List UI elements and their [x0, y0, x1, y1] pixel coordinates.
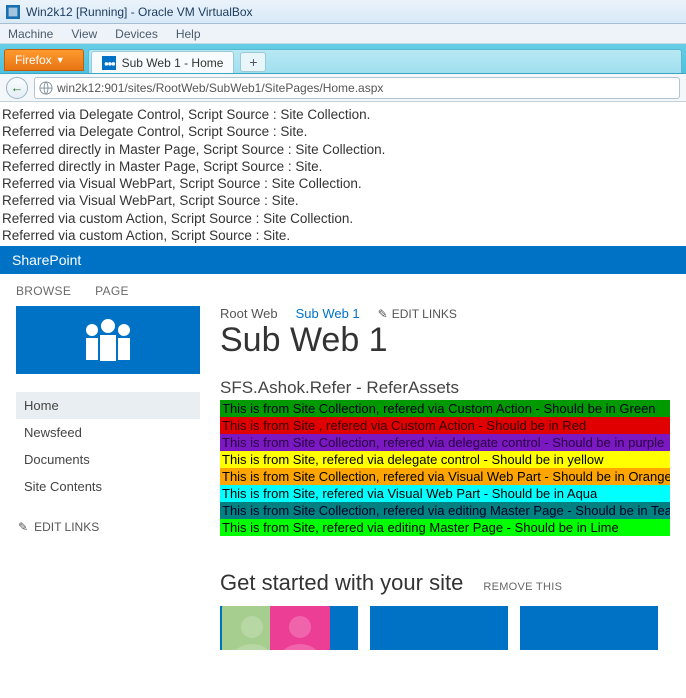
ref-line: Referred directly in Master Page, Script… — [0, 141, 686, 158]
remove-this-link[interactable]: REMOVE THIS — [483, 581, 562, 593]
line-red: This is from Site , refered via Custom A… — [220, 417, 670, 434]
edit-links-label: EDIT LINKS — [34, 520, 99, 534]
ref-line: Referred via Delegate Control, Script So… — [0, 123, 686, 140]
page-body: Referred via Delegate Control, Script So… — [0, 102, 686, 650]
crumb-current[interactable]: Sub Web 1 — [296, 306, 360, 321]
suite-bar: SharePoint — [0, 246, 686, 274]
promoted-tiles — [220, 606, 670, 650]
vbox-title-text: Win2k12 [Running] - Oracle VM VirtualBox — [26, 5, 253, 19]
site-logo[interactable] — [16, 306, 200, 374]
firefox-tabstrip: Firefox ▼ Sub Web 1 - Home + — [0, 44, 686, 74]
vbox-menu-machine[interactable]: Machine — [8, 27, 53, 41]
globe-icon — [39, 81, 53, 95]
line-yellow: This is from Site, refered via delegate … — [220, 451, 670, 468]
pencil-icon — [378, 307, 388, 321]
ref-line: Referred via custom Action, Script Sourc… — [0, 227, 686, 244]
vbox-menu-devices[interactable]: Devices — [115, 27, 158, 41]
breadcrumb: Root Web Sub Web 1 EDIT LINKS — [220, 306, 670, 321]
line-lime: This is from Site, refered via editing M… — [220, 519, 670, 536]
line-aqua: This is from Site, refered via Visual We… — [220, 485, 670, 502]
line-teal: This is from Site Collection, refered vi… — [220, 502, 670, 519]
tab-title: Sub Web 1 - Home — [122, 56, 224, 70]
quick-launch: Home Newsfeed Documents Site Contents — [16, 392, 200, 500]
ref-line: Referred via custom Action, Script Sourc… — [0, 210, 686, 227]
back-arrow-icon: ← — [11, 80, 24, 95]
ribbon-tab-browse[interactable]: BROWSE — [16, 284, 71, 298]
ribbon: BROWSE PAGE — [0, 274, 686, 306]
new-tab-button[interactable]: + — [240, 52, 266, 72]
firefox-menu-button[interactable]: Firefox ▼ — [4, 49, 84, 71]
ref-line: Referred directly in Master Page, Script… — [0, 158, 686, 175]
get-started-section: Get started with your site REMOVE THIS — [220, 570, 670, 650]
pencil-icon — [18, 520, 28, 534]
vbox-titlebar: Win2k12 [Running] - Oracle VM VirtualBox — [0, 0, 686, 24]
firefox-menu-label: Firefox — [15, 53, 52, 67]
nav-item-documents[interactable]: Documents — [16, 446, 200, 473]
suite-brand[interactable]: SharePoint — [12, 252, 81, 268]
crumb-root[interactable]: Root Web — [220, 306, 278, 321]
main-content: Root Web Sub Web 1 EDIT LINKS Sub Web 1 … — [220, 306, 670, 650]
back-button[interactable]: ← — [6, 77, 28, 99]
plus-icon: + — [249, 54, 257, 70]
line-purple: This is from Site Collection, refered vi… — [220, 434, 670, 451]
line-orange: This is from Site Collection, refered vi… — [220, 468, 670, 485]
ref-line: Referred via Visual WebPart, Script Sour… — [0, 175, 686, 192]
people-icon — [78, 316, 138, 364]
tab-strip: Sub Web 1 - Home + — [88, 49, 682, 73]
left-column: Home Newsfeed Documents Site Contents ED… — [16, 306, 200, 650]
nav-item-newsfeed[interactable]: Newsfeed — [16, 419, 200, 446]
get-started-heading: Get started with your site — [220, 570, 463, 596]
browser-tab-active[interactable]: Sub Web 1 - Home — [91, 51, 235, 73]
nav-item-home[interactable]: Home — [16, 392, 200, 419]
topnav-edit-links[interactable]: EDIT LINKS — [378, 307, 457, 321]
vbox-icon — [6, 5, 20, 19]
refer-assets-output: This is from Site Collection, refered vi… — [220, 400, 670, 536]
webpart-title: SFS.Ashok.Refer - ReferAssets — [220, 378, 670, 398]
url-bar[interactable]: win2k12:901/sites/RootWeb/SubWeb1/SitePa… — [34, 77, 680, 99]
vbox-menu-help[interactable]: Help — [176, 27, 201, 41]
chevron-down-icon: ▼ — [56, 55, 65, 65]
ref-line: Referred via Delegate Control, Script So… — [0, 106, 686, 123]
tile-2[interactable] — [370, 606, 508, 650]
vbox-menu-view[interactable]: View — [71, 27, 97, 41]
line-green: This is from Site Collection, refered vi… — [220, 400, 670, 417]
vbox-menubar: Machine View Devices Help — [0, 24, 686, 44]
tile-3[interactable] — [520, 606, 658, 650]
nav-item-site-contents[interactable]: Site Contents — [16, 473, 200, 500]
firefox-toolbar: ← win2k12:901/sites/RootWeb/SubWeb1/Site… — [0, 74, 686, 102]
page-title: Sub Web 1 — [220, 321, 670, 360]
avatar-icon — [270, 606, 330, 650]
ref-line: Referred via Visual WebPart, Script Sour… — [0, 192, 686, 209]
url-text: win2k12:901/sites/RootWeb/SubWeb1/SitePa… — [57, 81, 383, 95]
tile-share-site[interactable] — [220, 606, 358, 650]
quick-launch-edit-links[interactable]: EDIT LINKS — [16, 514, 200, 540]
sharepoint-favicon-icon — [102, 56, 116, 70]
edit-links-label: EDIT LINKS — [392, 307, 457, 321]
script-reference-output: Referred via Delegate Control, Script So… — [0, 102, 686, 246]
ribbon-tab-page[interactable]: PAGE — [95, 284, 129, 298]
